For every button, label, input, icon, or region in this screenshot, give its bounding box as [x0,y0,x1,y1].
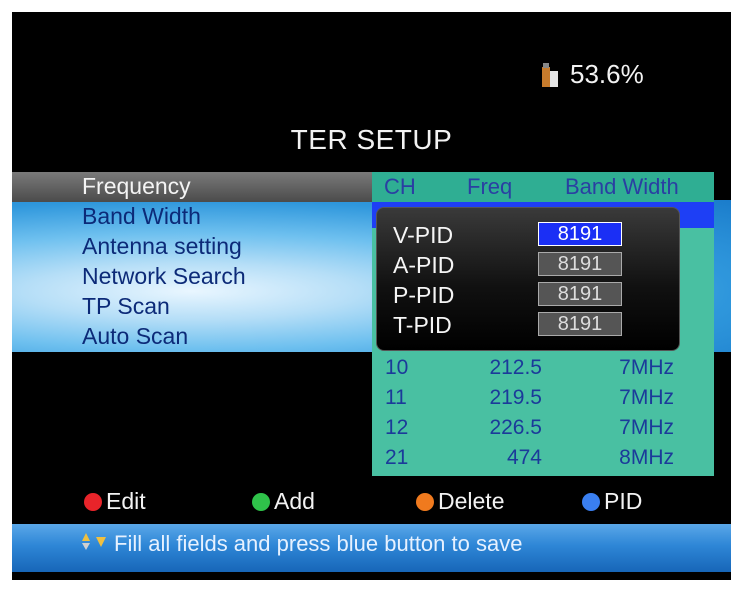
table-cell-band-width: 7MHz [619,416,674,439]
legend-add-label: Add [274,488,315,514]
menu-item-frequency[interactable]: Frequency [82,173,191,200]
legend-pid[interactable]: PID [582,488,642,515]
pid-label-pcr: P-PID [393,282,455,308]
legend-delete[interactable]: Delete [416,488,504,515]
storage-usage: 53.6% [540,59,644,90]
menu-item-band-width[interactable]: Band Width [82,203,201,230]
storage-usage-value: 53.6% [570,59,644,89]
table-cell-ch: 11 [385,386,407,409]
legend-edit-label: Edit [106,488,146,514]
table-cell-ch: 12 [385,416,409,439]
column-header-freq: Freq [467,174,513,199]
teletext-pid-input[interactable]: 8191 [538,312,622,336]
legend-add[interactable]: Add [252,488,315,515]
menu-item-tp-scan[interactable]: TP Scan [82,293,170,320]
table-cell-band-width: 7MHz [619,386,674,409]
menu-selection-bar [12,172,372,202]
pid-label-audio: A-PID [393,252,455,278]
legend-pid-label: PID [604,488,643,514]
table-cell-band-width: 7MHz [619,356,674,379]
hint-text: Fill all fields and press blue button to… [114,531,523,556]
table-cell-freq: 474 [506,446,542,469]
menu-item-antenna-setting[interactable]: Antenna setting [82,233,242,260]
table-cell-freq: 212.5 [489,356,542,379]
page-title: TER SETUP [290,124,453,155]
menu-item-auto-scan[interactable]: Auto Scan [82,323,188,350]
pcr-pid-input[interactable]: 8191 [538,282,622,306]
red-button-icon [84,492,102,511]
navigate-arrows-icon [80,531,108,557]
table-cell-ch: 10 [385,356,409,379]
table-cell-freq: 226.5 [489,416,542,439]
table-cell-ch: 21 [385,446,409,469]
hint-message: Fill all fields and press blue button to… [80,531,522,557]
video-pid-input[interactable]: 8191 [538,222,622,246]
pid-label-video: V-PID [393,222,454,248]
legend-delete-label: Delete [438,488,505,514]
tv-screen: 53.6% TER SETUP Frequency Band Width Ant… [12,12,731,580]
table-cell-freq: 219.5 [489,386,542,409]
orange-button-icon [416,492,434,511]
menu-item-network-search[interactable]: Network Search [82,263,246,290]
column-header-band-width: Band Width [565,174,679,199]
pid-label-teletext: T-PID [393,312,452,338]
usb-disk-icon [540,61,564,89]
blue-button-icon [582,492,600,511]
green-button-icon [252,492,270,511]
legend-edit[interactable]: Edit [84,488,146,515]
audio-pid-input[interactable]: 8191 [538,252,622,276]
table-cell-band-width: 8MHz [619,446,674,469]
column-header-ch: CH [384,174,416,199]
